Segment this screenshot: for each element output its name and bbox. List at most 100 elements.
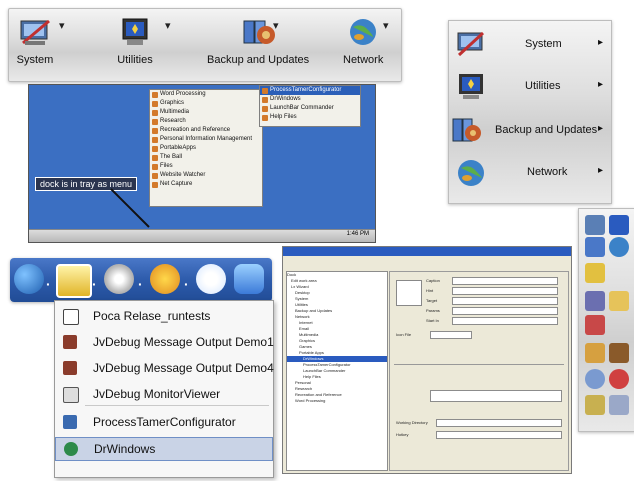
dock-item-system[interactable]: System [15,15,55,66]
menu-item-selected[interactable]: ProcessTamerConfigurator [260,86,360,95]
dock-with-dropdown-menu: · · · · Poca Relase_runtests JvDebug Mes… [10,258,274,478]
dropdown-indicator[interactable]: · [46,276,51,292]
hint-field[interactable] [452,287,558,295]
menu-item[interactable]: Files [150,162,262,171]
field-label: Working Directory [396,420,428,425]
dock-dropdown-menu: Poca Relase_runtests JvDebug Message Out… [54,300,274,478]
folder-icon[interactable] [56,264,92,298]
backup-icon[interactable] [585,237,605,257]
dropdown-indicator[interactable]: ▾ [165,19,171,32]
shield-app-icon[interactable] [234,264,264,294]
menu-item[interactable]: JvDebug Message Output Demo4 [55,357,274,379]
dropdown-indicator[interactable]: · [138,276,143,292]
field-label: Icon File [396,332,412,337]
menu-item[interactable]: JvDebug MonitorViewer [55,383,273,405]
field-label: Params [426,308,440,313]
panel-divider [394,364,564,365]
notes-icon[interactable] [609,291,629,311]
system-icon[interactable] [585,215,605,235]
menu-item[interactable]: Help Files [260,113,360,122]
dock-icon-bar: · · · · [10,258,272,302]
dropdown-indicator[interactable]: · [92,276,97,292]
hotkey-field[interactable] [436,431,562,439]
dog-mascot-icon[interactable] [585,395,605,415]
start-in-field[interactable] [452,317,558,325]
debug-icon [63,361,77,375]
network-globe-icon [350,19,377,45]
menu-item[interactable]: LaunchBar Commander [260,104,360,113]
dock-tree-view[interactable]: Dock Edit work area Lx Wizard Desktop Sy… [286,271,388,471]
field-label: Hotkey [396,432,409,437]
network-globe-icon [458,160,484,186]
folder-icon[interactable] [585,263,605,283]
icon-file-field[interactable] [430,331,472,339]
utilities-icon[interactable] [609,215,629,235]
vertical-dock-item-utilities[interactable]: Utilities ▸ [449,67,611,107]
tree-item[interactable]: Word Processing [287,398,387,404]
submenu-arrow-icon: ▸ [597,79,603,90]
disc-icon[interactable] [585,369,605,389]
menu-item-selected[interactable]: DrWindows [55,437,273,461]
dropdown-indicator[interactable]: ▾ [59,19,65,32]
menu-item[interactable]: Recreation and Reference [150,126,262,135]
menu-item[interactable]: DrWindows [260,95,360,104]
dock-item-backup-and-updates[interactable]: Backup and Updates [207,15,309,66]
menu-item-label: JvDebug Message Output Demo4 [93,361,274,375]
field-label: Start In [426,318,439,323]
menu-item[interactable]: Net Capture [150,180,262,189]
menu-item-label: ProcessTamerConfigurator [93,415,236,429]
vertical-dock-label: Backup and Updates [495,124,598,136]
target-icon[interactable] [609,369,629,389]
dropdown-indicator[interactable]: ▾ [383,19,389,32]
drwindows-icon [64,442,78,456]
menu-item[interactable]: The Ball [150,153,262,162]
menu-item[interactable]: Word Processing [150,90,262,99]
dropdown-indicator[interactable]: ▾ [273,19,279,32]
globe-icon[interactable] [14,264,44,294]
command-field[interactable] [430,390,562,402]
submenu-arrow-icon: ▸ [597,165,603,176]
working-directory-field[interactable] [436,419,562,427]
shield-app-icon[interactable] [609,395,629,415]
dropdown-indicator[interactable]: · [184,276,189,292]
dock-item-label: Utilities [117,54,153,66]
vertical-dock-label: System [525,38,562,50]
dock-item-utilities[interactable]: Utilities [115,15,155,66]
menu-item[interactable]: Graphics [150,99,262,108]
start-submenu: Word Processing Graphics Multimedia Rese… [149,89,263,207]
window-menubar [283,256,571,263]
partial-vertical-dock [578,208,634,432]
vertical-dock-item-backup-and-updates[interactable]: Backup and Updates ▸ [449,111,611,151]
process-tamer-icon [63,415,77,429]
dog-mascot-icon[interactable] [150,264,180,294]
vertical-dock-item-system[interactable]: System ▸ [449,25,611,65]
params-field[interactable] [452,307,558,315]
vertical-dock-label: Network [527,166,568,178]
archive-icon[interactable] [609,343,629,363]
window-titlebar [283,247,571,256]
menu-item[interactable]: Research [150,117,262,126]
menu-item[interactable]: JvDebug Message Output Demo1 [55,331,274,353]
browser-logo-icon[interactable] [196,264,226,294]
menu-item[interactable]: PortableApps [150,144,262,153]
menu-item[interactable]: ProcessTamerConfigurator [55,411,273,433]
network-globe-icon[interactable] [609,237,629,257]
target-field[interactable] [452,297,558,305]
vertical-dock-item-network[interactable]: Network ▸ [449,153,611,193]
cd-disc-icon[interactable] [104,264,134,294]
menu-item[interactable]: Poca Relase_runtests [55,305,273,327]
caption-field[interactable] [452,277,558,285]
menu-item[interactable]: Multimedia [150,108,262,117]
menu-item-label: JvDebug MonitorViewer [93,387,221,401]
tools-icon[interactable] [585,343,605,363]
chart-icon[interactable] [585,315,605,335]
menu-item-label: Poca Relase_runtests [93,309,211,323]
dock-item-network[interactable]: Network [343,15,383,66]
horizontal-dock-bar: System ▾ Utilities ▾ Backup and Updates … [8,8,402,82]
utilities-icon [459,74,483,99]
menu-item[interactable]: Website Watcher [150,171,262,180]
system-icon [457,31,485,57]
taskbar-clock: 1:46 PM [346,231,369,237]
calendar-icon[interactable] [585,291,605,311]
menu-item[interactable]: Personal Information Management [150,135,262,144]
